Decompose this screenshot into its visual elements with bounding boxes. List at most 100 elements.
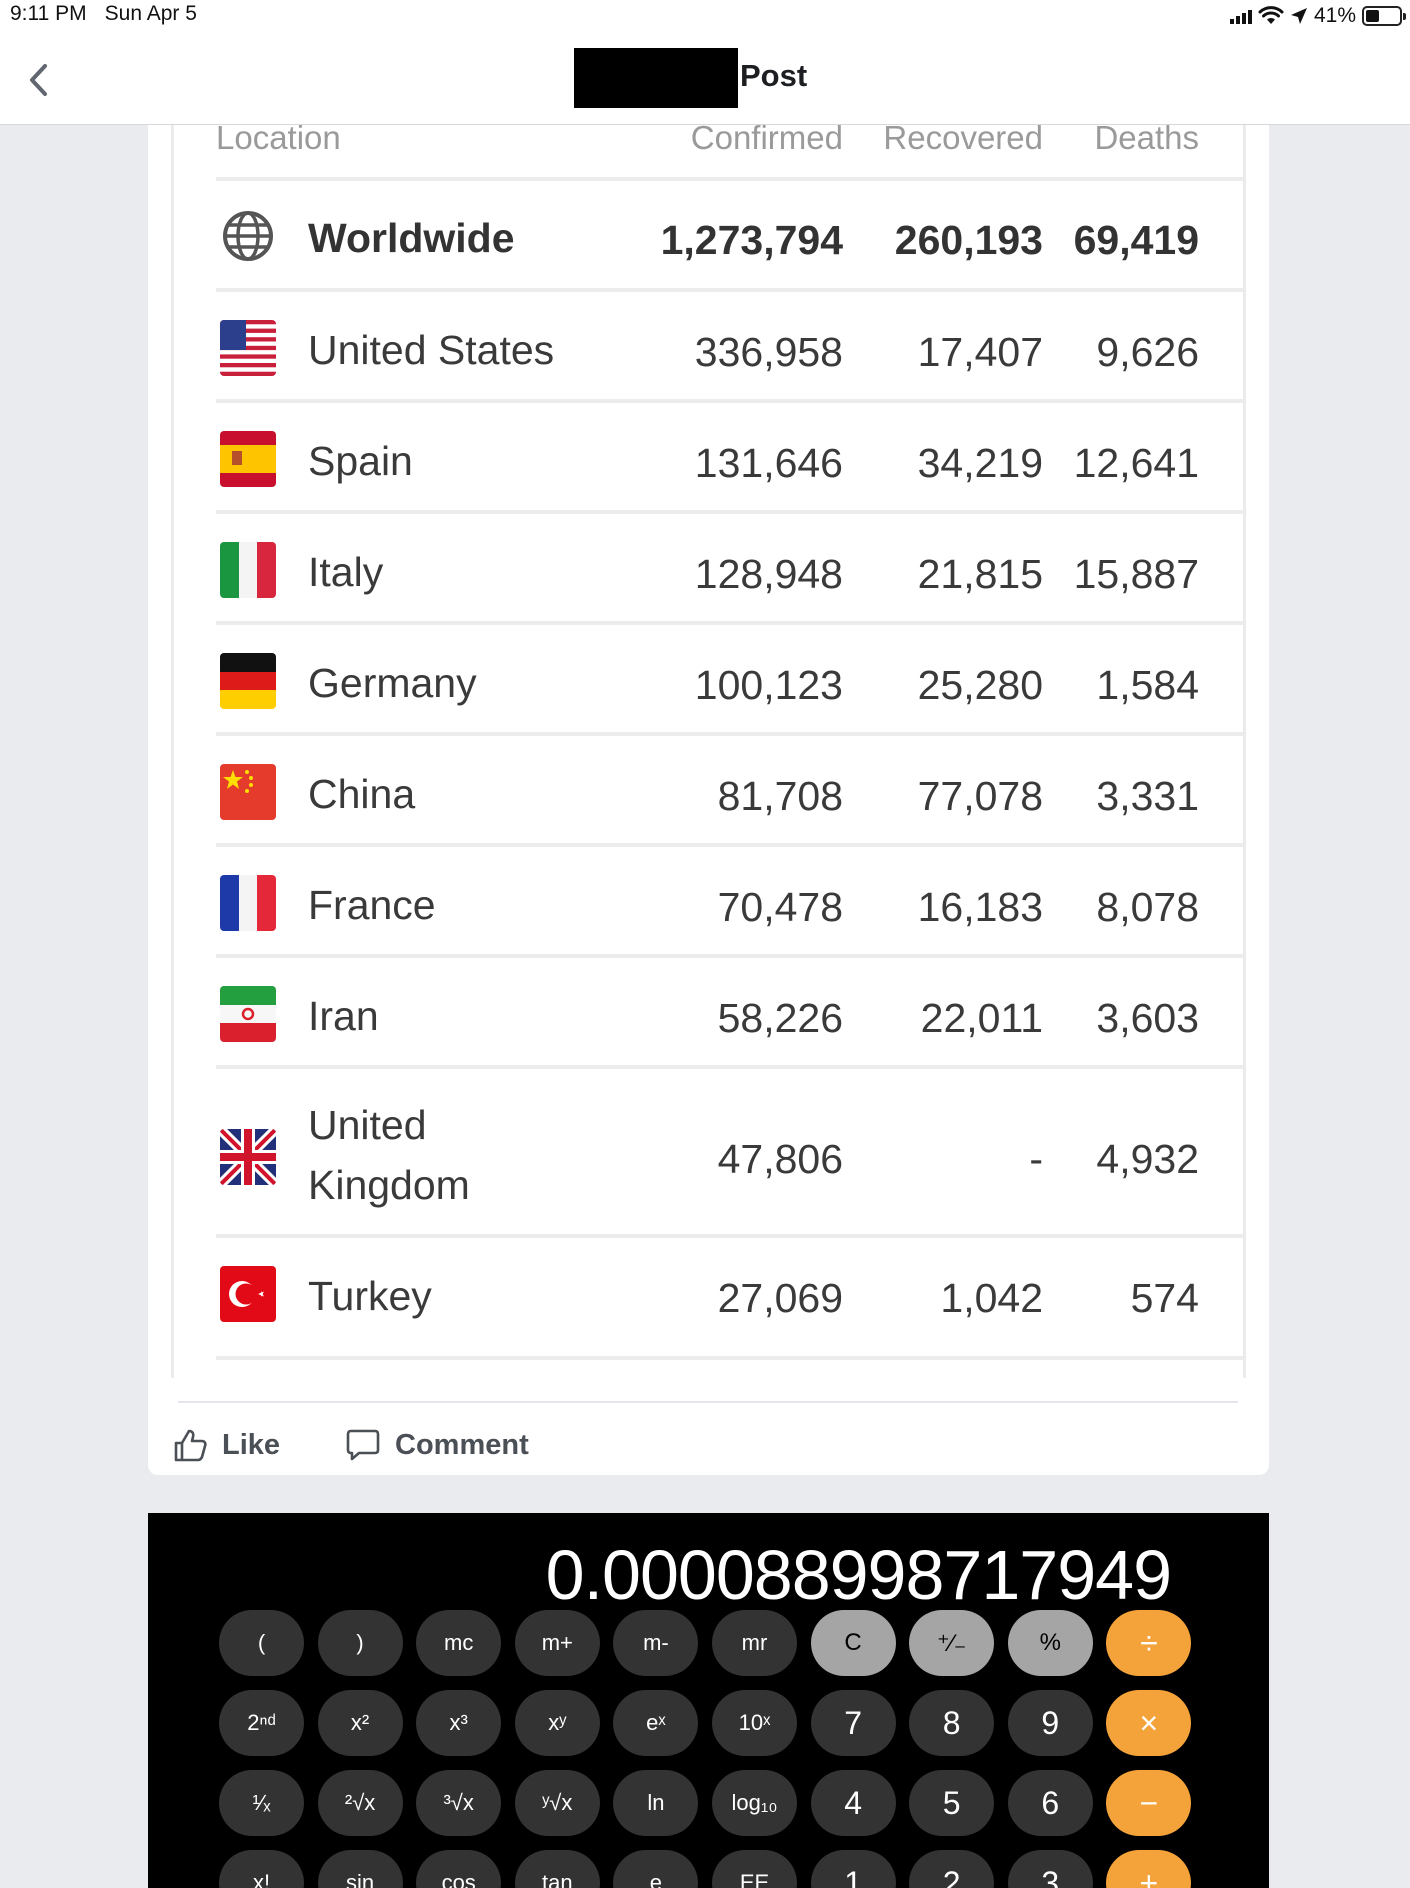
confirmed-value: 58,226: [717, 995, 843, 1041]
redacted-author-name: [574, 48, 738, 108]
deaths-value: 3,331: [1096, 773, 1199, 819]
confirmed-value: 1,273,794: [660, 217, 843, 263]
deaths-value: 574: [1130, 1275, 1199, 1321]
column-header-location: Location: [216, 125, 341, 156]
calculator-key: ¹∕ₓ: [219, 1770, 304, 1836]
deaths-value: 9,626: [1096, 329, 1199, 375]
calculator-key: mr: [712, 1610, 797, 1676]
calculator-key: 6: [1007, 1770, 1093, 1836]
status-date: Sun Apr 5: [104, 2, 197, 25]
calculator-key: 10ˣ: [712, 1690, 797, 1756]
location-name: Italy: [308, 549, 384, 595]
column-header-recovered: Recovered: [883, 125, 1043, 156]
deaths-value: 69,419: [1073, 217, 1199, 263]
battery-percent: 41%: [1313, 4, 1356, 27]
recovered-value: 21,815: [917, 551, 1043, 597]
table-bottom-divider: [216, 1356, 1243, 1376]
calculator-key: mc: [416, 1610, 502, 1676]
calculator-screenshot: 0.000088998717949 () mc m+ m-mr C ⁺∕₋% ÷ 2ⁿᵈ x² x…: [148, 1513, 1269, 1888]
location-name: Turkey: [308, 1273, 432, 1319]
comment-button[interactable]: Comment: [345, 1417, 529, 1473]
recovered-value: 17,407: [917, 329, 1043, 375]
confirmed-value: 128,948: [694, 551, 843, 597]
like-button[interactable]: Like: [172, 1417, 280, 1473]
germany-flag-icon: [220, 653, 276, 709]
calculator-key: x²: [317, 1690, 403, 1756]
calculator-key: m-: [613, 1610, 699, 1676]
deaths-value: 1,584: [1096, 662, 1199, 708]
page-title: Post: [740, 58, 808, 93]
post-card: Location Confirmed Recovered Deaths Worl…: [148, 125, 1269, 1475]
calculator-key: ×: [1106, 1690, 1192, 1756]
location-name: Germany: [308, 660, 477, 706]
location-name: China: [308, 771, 416, 817]
calculator-key: ): [317, 1610, 403, 1676]
cellular-signal-icon: [1229, 8, 1252, 24]
calculator-key: 1: [810, 1850, 896, 1888]
confirmed-value: 81,708: [717, 773, 843, 819]
confirmed-value: 100,123: [694, 662, 843, 708]
deaths-value: 12,641: [1073, 440, 1199, 486]
top-bar: 9:11 PM Sun Apr 5 41% Post: [0, 0, 1410, 125]
confirmed-value: 70,478: [717, 884, 843, 930]
location-name: Spain: [308, 438, 413, 484]
deaths-value: 3,603: [1096, 995, 1199, 1041]
calculator-key: ʸ√x: [514, 1770, 600, 1836]
turkey-flag-icon: [220, 1266, 276, 1322]
table-row: Italy 128,948 21,815 15,887: [216, 510, 1243, 625]
location-name-line1: United: [308, 1102, 427, 1148]
calculator-display: 0.000088998717949: [545, 1536, 1172, 1614]
globe-icon: [220, 208, 276, 264]
calculator-key: 2: [909, 1850, 995, 1888]
back-button[interactable]: [18, 55, 58, 105]
calculator-key: xʸ: [514, 1690, 600, 1756]
table-row: Germany 100,123 25,280 1,584: [216, 621, 1243, 736]
battery-icon: [1362, 6, 1406, 26]
table-row: Iran 58,226 22,011 3,603: [216, 954, 1243, 1069]
post-shared-image: Location Confirmed Recovered Deaths Worl…: [171, 125, 1246, 1378]
comment-label: Comment: [395, 1428, 529, 1461]
recovered-value: -: [1029, 1136, 1043, 1182]
deaths-value: 4,932: [1096, 1136, 1199, 1182]
calculator-key: x³: [416, 1690, 502, 1756]
recovered-value: 34,219: [917, 440, 1043, 486]
calculator-key: eˣ: [613, 1690, 699, 1756]
calculator-key: ln: [613, 1770, 699, 1836]
location-arrow-icon: [1290, 8, 1307, 24]
confirmed-value: 27,069: [717, 1275, 843, 1321]
us-flag-icon: [220, 320, 276, 376]
calculator-key: ²√x: [317, 1770, 403, 1836]
recovered-value: 77,078: [917, 773, 1043, 819]
recovered-value: 22,011: [920, 995, 1043, 1041]
calculator-key: tan: [514, 1850, 600, 1888]
iran-flag-icon: [220, 986, 276, 1042]
recovered-value: 1,042: [940, 1275, 1043, 1321]
france-flag-icon: [220, 875, 276, 931]
location-name: Iran: [308, 993, 379, 1039]
location-name: France: [308, 882, 436, 928]
confirmed-value: 336,958: [694, 329, 843, 375]
calculator-key: e: [613, 1850, 699, 1888]
status-time: 9:11 PM: [10, 2, 87, 25]
table-row: Spain 131,646 34,219 12,641: [216, 399, 1243, 514]
calculator-key: cos: [416, 1850, 502, 1888]
calculator-key: x!: [219, 1850, 304, 1888]
calculator-key: 4: [810, 1770, 896, 1836]
spain-flag-icon: [220, 431, 276, 487]
calculator-key: 9: [1007, 1690, 1093, 1756]
table-row: France 70,478 16,183 8,078: [216, 843, 1243, 958]
confirmed-value: 47,806: [717, 1136, 843, 1182]
calculator-key: −: [1106, 1770, 1192, 1836]
thumbs-up-icon: [174, 1429, 207, 1462]
location-name: Worldwide: [308, 215, 515, 261]
calculator-key: ⁺∕₋: [909, 1610, 995, 1676]
calculator-key: EE: [712, 1850, 797, 1888]
calculator-key: m+: [514, 1610, 600, 1676]
calculator-key: 2ⁿᵈ: [219, 1690, 304, 1756]
calculator-key: 3: [1007, 1850, 1093, 1888]
calculator-key: sin: [317, 1850, 403, 1888]
table-header-row: Location Confirmed Recovered Deaths: [174, 125, 1243, 180]
calculator-key: log₁₀: [712, 1770, 797, 1836]
recovered-value: 25,280: [917, 662, 1043, 708]
table-row-worldwide: Worldwide 1,273,794 260,193 69,419: [216, 177, 1243, 292]
